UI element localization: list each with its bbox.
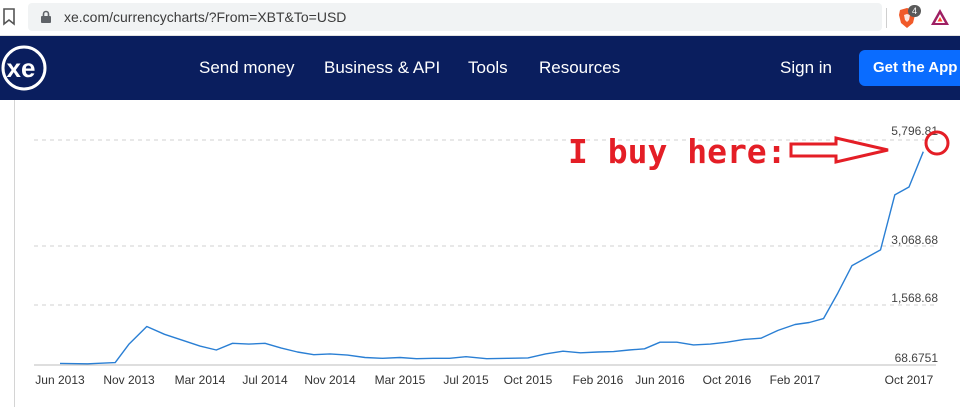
url-field[interactable]: xe.com/currencycharts/?From=XBT&To=USD: [28, 3, 882, 31]
x-tick-label: Feb 2017: [770, 373, 821, 387]
annotation-text: I buy here:: [568, 132, 787, 171]
x-axis-labels: Jun 2013 Nov 2013 Mar 2014 Jul 2014 Nov 2014…: [35, 373, 933, 387]
x-tick-label: Oct 2017: [885, 373, 934, 387]
x-tick-label: Jul 2015: [443, 373, 489, 387]
url-text: xe.com/currencycharts/?From=XBT&To=USD: [64, 9, 347, 25]
y-tick-label: 5,796.81: [891, 124, 938, 138]
sign-in-link[interactable]: Sign in: [780, 58, 832, 78]
y-tick-label: 1,568.68: [891, 291, 938, 305]
nav-business-api[interactable]: Business & API: [324, 58, 440, 78]
price-series: [59, 151, 924, 365]
x-tick-label: Mar 2014: [175, 373, 226, 387]
nav-tools[interactable]: Tools: [468, 58, 508, 78]
x-tick-label: Nov 2013: [103, 373, 155, 387]
x-tick-label: Oct 2015: [504, 373, 553, 387]
price-line-chart[interactable]: 5,796.81 3,068.68 1,568.68 68.6751 Jun 2013…: [0, 100, 960, 407]
currency-chart-panel: 5,796.81 3,068.68 1,568.68 68.6751 Jun 2013…: [0, 100, 960, 407]
y-tick-label: 3,068.68: [891, 233, 938, 247]
nav-send-money[interactable]: Send money: [199, 58, 294, 78]
x-tick-label: Oct 2016: [703, 373, 752, 387]
series-line: [59, 151, 924, 365]
y-axis-labels: 5,796.81 3,068.68 1,568.68 68.6751: [891, 124, 938, 365]
annotation-arrow: [789, 136, 889, 164]
y-tick-label: 68.6751: [895, 351, 939, 365]
x-tick-label: Nov 2014: [304, 373, 356, 387]
x-tick-label: Jul 2014: [242, 373, 288, 387]
x-tick-label: Jun 2013: [35, 373, 85, 387]
bookmark-icon[interactable]: [2, 8, 16, 26]
x-tick-label: Jun 2016: [635, 373, 685, 387]
xe-logo[interactable]: xe: [0, 44, 52, 92]
lock-icon: [41, 10, 51, 23]
site-navbar: xe Send money Business & API Tools Resou…: [0, 36, 960, 100]
get-app-button[interactable]: Get the App: [859, 50, 960, 86]
bat-rewards-icon[interactable]: [930, 7, 950, 27]
x-tick-label: Feb 2016: [573, 373, 624, 387]
browser-address-bar: xe.com/currencycharts/?From=XBT&To=USD 4: [0, 0, 960, 36]
nav-resources[interactable]: Resources: [539, 58, 620, 78]
logo-text: xe: [7, 53, 36, 83]
shield-count-badge: 4: [908, 5, 921, 17]
toolbar-divider: [886, 8, 887, 28]
x-tick-label: Mar 2015: [375, 373, 426, 387]
